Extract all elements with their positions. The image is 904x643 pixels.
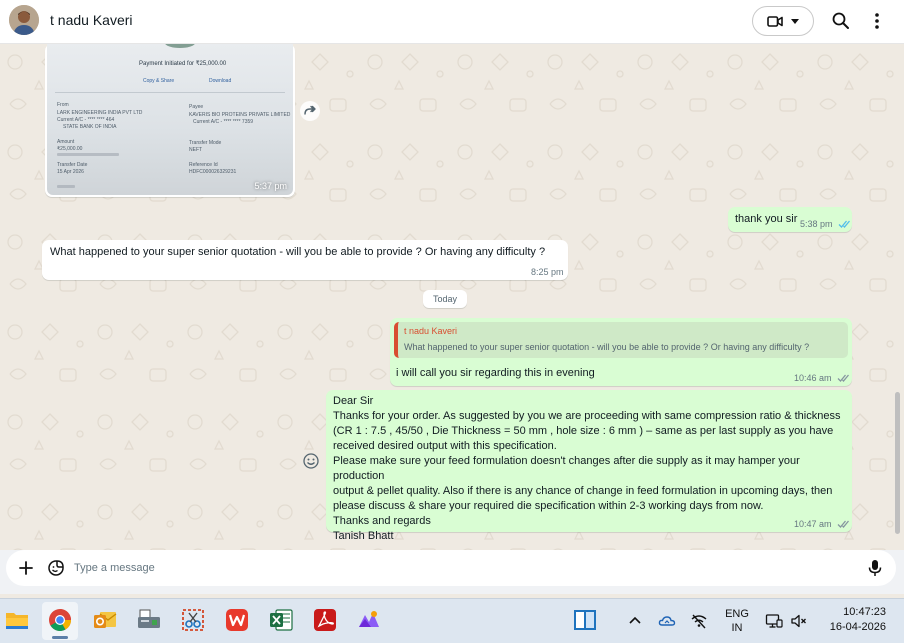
doc-to-name: KAVERIS BIO PROTEINS PRIVATE LIMITED [189, 112, 291, 118]
clock-time: 10:47:23 [843, 606, 886, 618]
excel-icon[interactable] [268, 607, 294, 633]
read-receipt-icon [837, 520, 850, 528]
chrome-icon[interactable] [47, 607, 73, 633]
chat-area[interactable]: Payment Initiated for ₹25,000.00 Copy & … [0, 44, 904, 550]
message-time: 5:38 pm [800, 219, 833, 229]
message-time: 10:47 am [794, 519, 832, 529]
more-options-icon[interactable] [867, 11, 887, 31]
outgoing-message[interactable]: thank you sir 5:38 pm [728, 207, 852, 232]
quoted-message[interactable]: t nadu Kaveri What happened to your supe… [394, 322, 848, 358]
contact-name[interactable]: t nadu Kaveri [50, 12, 133, 28]
message-time: 8:25 pm [531, 267, 564, 277]
windows-taskbar: ENG IN 10:47:23 16-04-2026 [0, 598, 904, 643]
message-line: please discuss & share your required die… [333, 500, 764, 512]
message-line: Please make sure your feed formulation d… [333, 455, 800, 482]
video-camera-icon [767, 16, 783, 27]
message-time: 5:37 pm [254, 181, 287, 191]
language-code: ENG [725, 608, 749, 620]
message-text: What happened to your super senior quota… [50, 246, 546, 258]
network-offline-icon[interactable] [690, 612, 708, 630]
doc-download-label: Download [209, 78, 232, 84]
outlook-mail-icon[interactable] [92, 607, 118, 633]
doc-amount-label: Amount [57, 139, 75, 145]
outgoing-message-letter[interactable]: Dear Sir Thanks for your order. As sugge… [326, 390, 852, 542]
message-line: Tanish Bhatt [333, 530, 394, 542]
forward-button[interactable] [300, 101, 320, 121]
read-receipt-icon [838, 220, 851, 228]
doc-mode: NEFT [189, 147, 203, 153]
region-code: IN [731, 622, 743, 634]
doc-from-account: Current A/C - **** **** 464 [57, 117, 115, 123]
doc-from-label: From [57, 102, 69, 108]
message-meta: 10:47 am [794, 519, 850, 529]
chevron-down-icon [791, 19, 799, 24]
sticker-emoji-icon[interactable] [47, 559, 65, 577]
message-text: Dear Sir Thanks for your order. As sugge… [333, 394, 852, 544]
message-line: Dear Sir [333, 395, 374, 407]
doc-to-label: Payee [189, 104, 204, 110]
quoted-text: What happened to your super senior quota… [404, 342, 810, 352]
contact-avatar[interactable] [9, 5, 39, 35]
onedrive-sync-icon[interactable] [658, 612, 676, 630]
doc-ref-label: Reference Id [189, 162, 218, 168]
doc-title: Payment Initiated for ₹25,000.00 [139, 61, 227, 67]
video-call-button[interactable] [752, 6, 814, 36]
doc-copy-label: Copy & Share [143, 78, 175, 84]
doc-amount: ₹25,000.00 [57, 146, 83, 152]
message-text: i will call you sir regarding this in ev… [396, 367, 595, 379]
quoted-author: t nadu Kaveri [404, 326, 458, 336]
chevron-up-icon[interactable] [626, 612, 644, 630]
react-emoji-icon[interactable] [302, 452, 320, 470]
system-clock[interactable]: 10:47:23 16-04-2026 [820, 605, 886, 635]
message-input[interactable] [74, 558, 834, 578]
input-language-indicator[interactable]: ENG IN [724, 607, 750, 635]
doc-ref: HDFC000026329231 [189, 169, 237, 175]
doc-from-bank: STATE BANK OF INDIA [63, 124, 117, 130]
incoming-message[interactable]: What happened to your super senior quota… [42, 240, 568, 280]
message-line: received desired output with this specif… [333, 440, 557, 452]
read-receipt-icon [837, 374, 850, 382]
file-explorer-icon[interactable] [4, 607, 30, 633]
display-monitor-icon[interactable] [765, 612, 783, 630]
search-icon[interactable] [831, 11, 851, 31]
date-divider: Today [423, 290, 467, 308]
chat-scrollbar[interactable] [895, 392, 900, 534]
message-line: Thanks and regards [333, 515, 431, 527]
composer-bar [0, 550, 904, 594]
active-indicator [52, 636, 68, 639]
doc-date: 15 Apr 2026 [57, 169, 84, 175]
chat-header: t nadu Kaveri [0, 0, 904, 44]
doc-date-label: Transfer Date [57, 162, 88, 168]
message-meta: 10:46 am [794, 373, 850, 383]
forward-icon [304, 105, 316, 115]
message-composer [6, 550, 896, 586]
microphone-icon[interactable] [868, 559, 882, 577]
message-meta: 5:38 pm [800, 219, 851, 229]
outgoing-reply-message[interactable]: t nadu Kaveri What happened to your supe… [390, 318, 852, 386]
doc-from-name: LARK ENGINEERING INDIA PVT LTD [57, 110, 143, 116]
task-view-icon[interactable] [572, 607, 598, 633]
attach-plus-icon[interactable] [18, 560, 34, 576]
volume-muted-icon[interactable] [790, 612, 808, 630]
message-time: 10:46 am [794, 373, 832, 383]
fax-scanner-icon[interactable] [136, 607, 162, 633]
snipping-tool-icon[interactable] [180, 607, 206, 633]
message-line: output & pellet quality. Also if there i… [333, 485, 833, 497]
image-message[interactable]: Payment Initiated for ₹25,000.00 Copy & … [45, 44, 295, 197]
acrobat-reader-icon[interactable] [312, 607, 338, 633]
message-line: Thanks for your order. As suggested by y… [333, 410, 841, 422]
doc-to-account: Current A/C - **** **** 7359 [193, 119, 254, 125]
wps-office-icon[interactable] [224, 607, 250, 633]
clock-date: 16-04-2026 [829, 621, 886, 633]
canva-app-icon[interactable] [356, 607, 382, 633]
message-text: thank you sir [735, 213, 798, 225]
payment-screenshot-image[interactable]: Payment Initiated for ₹25,000.00 Copy & … [47, 44, 293, 195]
message-line: (CR 1 : 7.5 , 45/50 , Die Thickness = 50… [333, 425, 834, 437]
doc-mode-label: Transfer Mode [189, 140, 222, 146]
